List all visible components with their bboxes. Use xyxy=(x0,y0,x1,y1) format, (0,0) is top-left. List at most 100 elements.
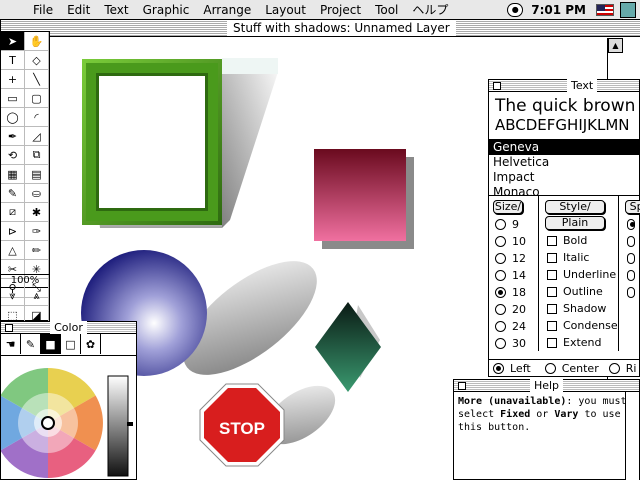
brush-tool-icon[interactable]: ✎ xyxy=(1,184,25,203)
rounded-rect-tool-icon[interactable]: ▢ xyxy=(25,89,49,108)
spacing-option-5[interactable] xyxy=(621,284,640,301)
fill-swatch-icon[interactable]: ■ xyxy=(41,334,61,354)
palette-tool-icon[interactable]: ▤ xyxy=(25,165,49,184)
green-diamond-shape[interactable] xyxy=(315,302,381,392)
stroke-swatch-icon[interactable]: □ xyxy=(61,334,81,354)
color-palette: Color ☚ ✎ ■ □ ✿ xyxy=(0,321,137,480)
size-button[interactable]: Size/ xyxy=(493,200,523,214)
gradient-square-shape[interactable] xyxy=(314,149,414,249)
brightness-thumb[interactable] xyxy=(127,422,133,426)
help-text-2: or xyxy=(530,409,555,420)
style-button[interactable]: Style/ xyxy=(545,200,605,214)
font-item-impact[interactable]: Impact xyxy=(489,170,639,185)
help-vary: Vary xyxy=(554,409,579,420)
plain-button[interactable]: Plain xyxy=(545,216,605,230)
help-heading: More (unavailable) xyxy=(458,396,567,407)
rotate-tool-icon[interactable]: ⟲ xyxy=(1,146,25,165)
spacing-option-3[interactable] xyxy=(621,250,640,267)
help-fixed: Fixed xyxy=(500,409,531,420)
tool-grid-lower: ⩔ ⩓ ⬚ ◪ xyxy=(1,287,49,325)
style-outline[interactable]: Outline xyxy=(541,283,618,300)
color-mode-bar: ☚ ✎ ■ □ ✿ xyxy=(1,334,136,356)
bucket-tool-icon[interactable]: ⛀ xyxy=(25,184,49,203)
stop-sign-label: STOP xyxy=(219,419,265,438)
color-picker-handle[interactable] xyxy=(41,416,55,430)
style-condense[interactable]: Condense xyxy=(541,317,618,334)
eyedropper-tool-icon[interactable]: ✑ xyxy=(25,222,49,241)
oval-tool-icon[interactable]: ◯ xyxy=(1,108,25,127)
hand-icon[interactable]: ☚ xyxy=(1,334,21,354)
green-frame-shape[interactable] xyxy=(82,59,222,225)
style-bold[interactable]: Bold xyxy=(541,232,618,249)
flip-tool-icon[interactable]: ⊳ xyxy=(1,222,25,241)
text-tool-icon[interactable]: T xyxy=(1,51,25,70)
size-option-24[interactable]: 24 xyxy=(489,318,538,335)
text-palette-title: Text xyxy=(567,79,598,92)
diamond-tool-icon[interactable]: ◇ xyxy=(25,51,49,70)
size-option-14[interactable]: 14 xyxy=(489,267,538,284)
size-option-9[interactable]: 9 xyxy=(489,216,538,233)
help-palette-title: Help xyxy=(529,379,564,392)
size-option-30[interactable]: 30 xyxy=(489,335,538,352)
style-italic[interactable]: Italic xyxy=(541,249,618,266)
color-wheel-icon[interactable]: ✿ xyxy=(81,334,101,354)
size-option-12[interactable]: 12 xyxy=(489,250,538,267)
close-icon[interactable] xyxy=(458,382,466,390)
spacing-option-4[interactable] xyxy=(621,267,640,284)
font-item-helvetica[interactable]: Helvetica xyxy=(489,155,639,170)
tool-grid: ➤ ✋ T ◇ + ╲ ▭ ▢ ◯ ◜ ✒ ◿ ⟲ ⧉ ▦ ▤ ✎ ⛀ ⧄ ✱ … xyxy=(1,32,49,298)
polygon-tool-icon[interactable]: ◿ xyxy=(25,127,49,146)
tool-palette: ➤ ✋ T ◇ + ╲ ▭ ▢ ◯ ◜ ✒ ◿ ⟲ ⧉ ▦ ▤ ✎ ⛀ ⧄ ✱ … xyxy=(0,31,50,325)
alignment-row: Left Center Ri xyxy=(489,359,639,376)
zoom-level[interactable]: 100% xyxy=(1,274,49,288)
font-sample-alphabet: ABCDEFGHIJKLMN xyxy=(489,116,639,140)
duplicate-tool-icon[interactable]: ⧉ xyxy=(25,146,49,165)
text-palette: Text The quick brown ABCDEFGHIJKLMN Gene… xyxy=(488,79,640,377)
rectangle-tool-icon[interactable]: ▭ xyxy=(1,89,25,108)
spacing-button[interactable]: Spa xyxy=(625,200,640,214)
pencil-tool-icon[interactable]: ✏ xyxy=(25,241,49,260)
color-palette-titlebar[interactable]: Color xyxy=(1,321,136,334)
hand-tool-icon[interactable]: ✋ xyxy=(25,32,49,51)
cut-tool-icon[interactable]: ⧄ xyxy=(1,203,25,222)
style-extend[interactable]: Extend xyxy=(541,334,618,351)
style-underline[interactable]: Underline xyxy=(541,266,618,283)
line-tool-icon[interactable]: ╲ xyxy=(25,70,49,89)
brightness-slider[interactable] xyxy=(107,375,129,477)
font-item-geneva[interactable]: Geneva xyxy=(489,140,639,155)
size-option-10[interactable]: 10 xyxy=(489,233,538,250)
warning-tool-icon[interactable]: △ xyxy=(1,241,25,260)
spacing-option-2[interactable] xyxy=(621,233,640,250)
align-left[interactable]: Left xyxy=(489,360,531,377)
help-text: More (unavailable): you must select Fixe… xyxy=(454,392,639,437)
font-list[interactable]: Geneva Helvetica Impact Monaco xyxy=(489,140,639,196)
arc-tool-icon[interactable]: ◜ xyxy=(25,108,49,127)
chevron-up-icon[interactable]: ⩓ xyxy=(25,287,49,306)
align-center[interactable]: Center xyxy=(541,360,599,377)
font-item-monaco[interactable]: Monaco xyxy=(489,185,639,195)
chevron-down-icon[interactable]: ⩔ xyxy=(1,287,25,306)
stop-sign-shape[interactable]: STOP xyxy=(199,383,285,467)
pen-tool-icon[interactable]: ✒ xyxy=(1,127,25,146)
text-options: Size/ 9 10 12 14 18 20 24 30 Style/ Plai… xyxy=(489,196,640,356)
crosshair-tool-icon[interactable]: + xyxy=(1,70,25,89)
size-option-18[interactable]: 18 xyxy=(489,284,538,301)
color-palette-title: Color xyxy=(50,321,87,334)
stamp-tool-icon[interactable]: ✱ xyxy=(25,203,49,222)
pen-icon[interactable]: ✎ xyxy=(21,334,41,354)
help-palette-titlebar[interactable]: Help xyxy=(454,379,639,392)
arrow-tool-icon[interactable]: ➤ xyxy=(1,32,25,51)
help-palette: Help More (unavailable): you must select… xyxy=(453,379,640,480)
help-scrollbar[interactable] xyxy=(625,392,639,480)
text-palette-titlebar[interactable]: Text xyxy=(489,79,639,92)
align-right[interactable]: Ri xyxy=(605,360,636,377)
style-shadow[interactable]: Shadow xyxy=(541,300,618,317)
size-column: Size/ 9 10 12 14 18 20 24 30 xyxy=(489,196,539,351)
close-icon[interactable] xyxy=(493,82,501,90)
close-icon[interactable] xyxy=(5,324,13,332)
style-column: Style/ Plain Bold Italic Underline Outli… xyxy=(541,196,619,351)
spacing-option-1[interactable] xyxy=(621,216,640,233)
size-option-20[interactable]: 20 xyxy=(489,301,538,318)
grid-tool-icon[interactable]: ▦ xyxy=(1,165,25,184)
color-picker[interactable] xyxy=(0,356,136,478)
